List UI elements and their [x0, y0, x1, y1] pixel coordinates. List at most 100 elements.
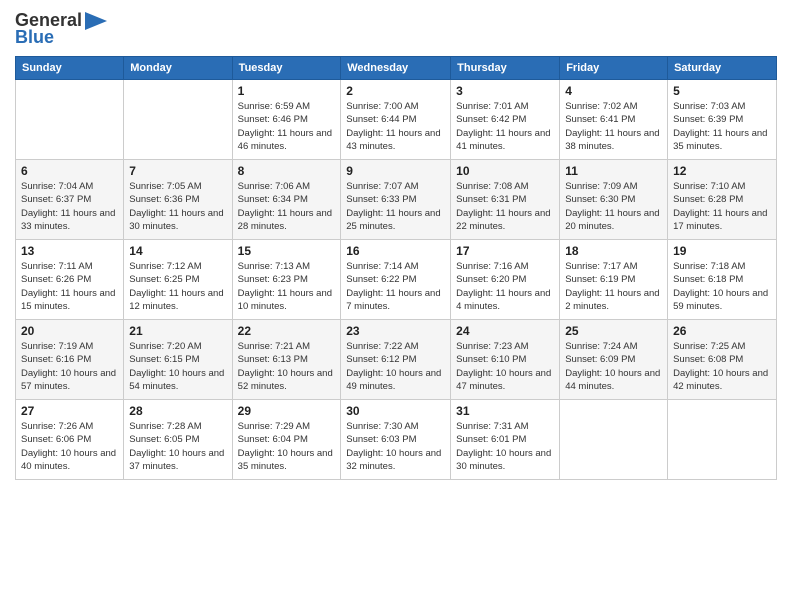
- calendar-cell: 26 Sunrise: 7:25 AMSunset: 6:08 PMDayligh…: [668, 320, 777, 400]
- day-number: 18: [565, 244, 662, 258]
- day-info: Sunrise: 7:30 AMSunset: 6:03 PMDaylight:…: [346, 420, 445, 473]
- calendar-cell: 25 Sunrise: 7:24 AMSunset: 6:09 PMDayligh…: [560, 320, 668, 400]
- calendar-cell: 6 Sunrise: 7:04 AMSunset: 6:37 PMDaylight…: [16, 160, 124, 240]
- day-info: Sunrise: 7:04 AMSunset: 6:37 PMDaylight:…: [21, 180, 118, 233]
- day-number: 15: [238, 244, 336, 258]
- day-number: 24: [456, 324, 554, 338]
- calendar-cell: 9Sunrise: 7:07 AMSunset: 6:33 PMDaylight…: [341, 160, 451, 240]
- day-info: Sunrise: 7:19 AMSunset: 6:16 PMDaylight:…: [21, 340, 118, 393]
- weekday-header-friday: Friday: [560, 57, 668, 80]
- day-info: Sunrise: 7:13 AMSunset: 6:23 PMDaylight:…: [238, 260, 336, 313]
- day-number: 12: [673, 164, 771, 178]
- calendar-cell: 19 Sunrise: 7:18 AMSunset: 6:18 PMDayligh…: [668, 240, 777, 320]
- calendar-cell: [560, 400, 668, 480]
- day-number: 27: [21, 404, 118, 418]
- day-number: 7: [129, 164, 226, 178]
- day-number: 1: [238, 84, 336, 98]
- calendar-week-5: 27 Sunrise: 7:26 AMSunset: 6:06 PMDayligh…: [16, 400, 777, 480]
- calendar-cell: 30 Sunrise: 7:30 AMSunset: 6:03 PMDayligh…: [341, 400, 451, 480]
- day-info: Sunrise: 7:29 AMSunset: 6:04 PMDaylight:…: [238, 420, 336, 473]
- weekday-header-wednesday: Wednesday: [341, 57, 451, 80]
- day-number: 17: [456, 244, 554, 258]
- calendar-cell: 28 Sunrise: 7:28 AMSunset: 6:05 PMDayligh…: [124, 400, 232, 480]
- day-info: Sunrise: 7:11 AMSunset: 6:26 PMDaylight:…: [21, 260, 118, 313]
- day-info: Sunrise: 7:14 AMSunset: 6:22 PMDaylight:…: [346, 260, 445, 313]
- day-info: Sunrise: 7:26 AMSunset: 6:06 PMDaylight:…: [21, 420, 118, 473]
- day-info: Sunrise: 7:24 AMSunset: 6:09 PMDaylight:…: [565, 340, 662, 393]
- day-number: 25: [565, 324, 662, 338]
- day-number: 20: [21, 324, 118, 338]
- day-number: 21: [129, 324, 226, 338]
- day-number: 28: [129, 404, 226, 418]
- calendar-cell: 27 Sunrise: 7:26 AMSunset: 6:06 PMDayligh…: [16, 400, 124, 480]
- day-number: 3: [456, 84, 554, 98]
- day-info: Sunrise: 7:20 AMSunset: 6:15 PMDaylight:…: [129, 340, 226, 393]
- logo: General Blue: [15, 10, 107, 48]
- day-info: Sunrise: 7:09 AMSunset: 6:30 PMDaylight:…: [565, 180, 662, 233]
- calendar-week-4: 20 Sunrise: 7:19 AMSunset: 6:16 PMDayligh…: [16, 320, 777, 400]
- day-info: Sunrise: 7:21 AMSunset: 6:13 PMDaylight:…: [238, 340, 336, 393]
- day-info: Sunrise: 7:00 AMSunset: 6:44 PMDaylight:…: [346, 100, 445, 153]
- day-info: Sunrise: 7:17 AMSunset: 6:19 PMDaylight:…: [565, 260, 662, 313]
- day-info: Sunrise: 7:12 AMSunset: 6:25 PMDaylight:…: [129, 260, 226, 313]
- day-info: Sunrise: 7:18 AMSunset: 6:18 PMDaylight:…: [673, 260, 771, 313]
- calendar-cell: 23Sunrise: 7:22 AMSunset: 6:12 PMDayligh…: [341, 320, 451, 400]
- calendar-cell: 31 Sunrise: 7:31 AMSunset: 6:01 PMDayligh…: [451, 400, 560, 480]
- day-info: Sunrise: 7:01 AMSunset: 6:42 PMDaylight:…: [456, 100, 554, 153]
- calendar-cell: 24 Sunrise: 7:23 AMSunset: 6:10 PMDayligh…: [451, 320, 560, 400]
- day-number: 30: [346, 404, 445, 418]
- day-number: 19: [673, 244, 771, 258]
- day-number: 6: [21, 164, 118, 178]
- calendar-cell: 15 Sunrise: 7:13 AMSunset: 6:23 PMDayligh…: [232, 240, 341, 320]
- day-number: 4: [565, 84, 662, 98]
- day-number: 16: [346, 244, 445, 258]
- weekday-header-saturday: Saturday: [668, 57, 777, 80]
- day-number: 11: [565, 164, 662, 178]
- day-number: 22: [238, 324, 336, 338]
- calendar-cell: 21 Sunrise: 7:20 AMSunset: 6:15 PMDayligh…: [124, 320, 232, 400]
- calendar-cell: 11 Sunrise: 7:09 AMSunset: 6:30 PMDayligh…: [560, 160, 668, 240]
- day-info: Sunrise: 7:07 AMSunset: 6:33 PMDaylight:…: [346, 180, 445, 233]
- day-number: 26: [673, 324, 771, 338]
- weekday-header-thursday: Thursday: [451, 57, 560, 80]
- header: General Blue: [15, 10, 777, 48]
- day-number: 31: [456, 404, 554, 418]
- day-info: Sunrise: 7:28 AMSunset: 6:05 PMDaylight:…: [129, 420, 226, 473]
- day-info: Sunrise: 7:02 AMSunset: 6:41 PMDaylight:…: [565, 100, 662, 153]
- day-info: Sunrise: 7:31 AMSunset: 6:01 PMDaylight:…: [456, 420, 554, 473]
- weekday-header-monday: Monday: [124, 57, 232, 80]
- day-info: Sunrise: 7:23 AMSunset: 6:10 PMDaylight:…: [456, 340, 554, 393]
- calendar-cell: 5Sunrise: 7:03 AMSunset: 6:39 PMDaylight…: [668, 80, 777, 160]
- day-info: Sunrise: 6:59 AMSunset: 6:46 PMDaylight:…: [238, 100, 336, 153]
- day-number: 2: [346, 84, 445, 98]
- weekday-header-tuesday: Tuesday: [232, 57, 341, 80]
- day-info: Sunrise: 7:08 AMSunset: 6:31 PMDaylight:…: [456, 180, 554, 233]
- calendar-cell: 2 Sunrise: 7:00 AMSunset: 6:44 PMDaylight…: [341, 80, 451, 160]
- day-number: 14: [129, 244, 226, 258]
- day-number: 29: [238, 404, 336, 418]
- day-info: Sunrise: 7:25 AMSunset: 6:08 PMDaylight:…: [673, 340, 771, 393]
- calendar-cell: 12 Sunrise: 7:10 AMSunset: 6:28 PMDayligh…: [668, 160, 777, 240]
- logo-flag-icon: [85, 12, 107, 30]
- calendar-cell: 20 Sunrise: 7:19 AMSunset: 6:16 PMDayligh…: [16, 320, 124, 400]
- calendar-cell: [124, 80, 232, 160]
- calendar-cell: 14 Sunrise: 7:12 AMSunset: 6:25 PMDayligh…: [124, 240, 232, 320]
- day-info: Sunrise: 7:22 AMSunset: 6:12 PMDaylight:…: [346, 340, 445, 393]
- calendar-week-1: 1 Sunrise: 6:59 AMSunset: 6:46 PMDaylight…: [16, 80, 777, 160]
- calendar-header-row: SundayMondayTuesdayWednesdayThursdayFrid…: [16, 57, 777, 80]
- day-info: Sunrise: 7:10 AMSunset: 6:28 PMDaylight:…: [673, 180, 771, 233]
- day-info: Sunrise: 7:16 AMSunset: 6:20 PMDaylight:…: [456, 260, 554, 313]
- day-number: 13: [21, 244, 118, 258]
- day-info: Sunrise: 7:06 AMSunset: 6:34 PMDaylight:…: [238, 180, 336, 233]
- calendar-cell: 10Sunrise: 7:08 AMSunset: 6:31 PMDayligh…: [451, 160, 560, 240]
- calendar-cell: [16, 80, 124, 160]
- calendar-cell: 1 Sunrise: 6:59 AMSunset: 6:46 PMDaylight…: [232, 80, 341, 160]
- calendar-cell: 17 Sunrise: 7:16 AMSunset: 6:20 PMDayligh…: [451, 240, 560, 320]
- day-info: Sunrise: 7:03 AMSunset: 6:39 PMDaylight:…: [673, 100, 771, 153]
- calendar-cell: 8Sunrise: 7:06 AMSunset: 6:34 PMDaylight…: [232, 160, 341, 240]
- day-info: Sunrise: 7:05 AMSunset: 6:36 PMDaylight:…: [129, 180, 226, 233]
- calendar-cell: 22 Sunrise: 7:21 AMSunset: 6:13 PMDayligh…: [232, 320, 341, 400]
- calendar-cell: [668, 400, 777, 480]
- calendar-week-3: 13 Sunrise: 7:11 AMSunset: 6:26 PMDayligh…: [16, 240, 777, 320]
- calendar-cell: 7 Sunrise: 7:05 AMSunset: 6:36 PMDaylight…: [124, 160, 232, 240]
